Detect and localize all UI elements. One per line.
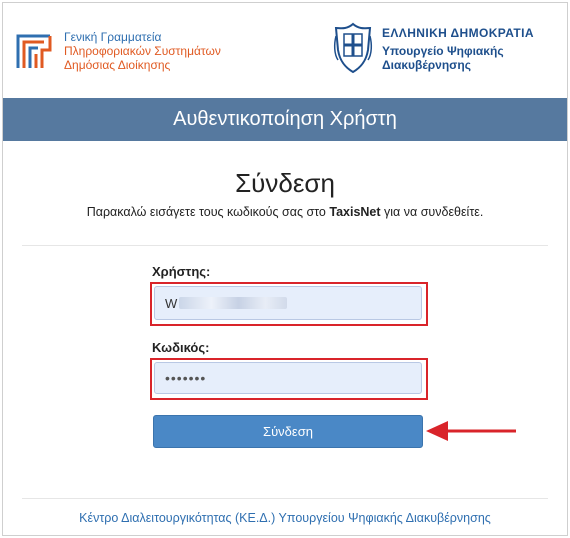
subtitle-text-after: για να συνδεθείτε. <box>380 205 484 219</box>
login-subtitle: Παρακαλώ εισάγετε τους κωδικούς σας στο … <box>0 205 570 219</box>
subtitle-taxisnet: TaxisNet <box>329 205 381 219</box>
username-label: Χρήστης: <box>152 264 211 279</box>
gsis-line-1: Γενική Γραμματεία <box>64 30 162 44</box>
page-frame <box>2 2 568 536</box>
greek-emblem-icon <box>333 22 373 74</box>
top-divider <box>22 245 548 246</box>
red-arrow-annotation <box>426 421 516 441</box>
gsis-logo-text: Γενική Γραμματεία Πληροφοριακών Συστημάτ… <box>64 30 221 72</box>
gsis-logo: Γενική Γραμματεία Πληροφοριακών Συστημάτ… <box>14 26 244 76</box>
username-blur <box>179 297 288 309</box>
gsis-line-3: Δημόσιας Διοίκησης <box>64 58 171 72</box>
login-button[interactable]: Σύνδεση <box>153 415 423 448</box>
ministry-line-2: Διακυβέρνησης <box>382 58 471 72</box>
auth-banner: Αυθεντικοποίηση Χρήστη <box>3 98 567 141</box>
ministry-name: Υπουργείο Ψηφιακής Διακυβέρνησης <box>382 44 504 72</box>
password-label: Κωδικός: <box>152 340 210 355</box>
footer-link[interactable]: Κέντρο Διαλειτουργικότητας (ΚΕ.Δ.) Υπουρ… <box>0 511 570 525</box>
gsis-logo-icon <box>16 34 52 68</box>
subtitle-text-before: Παρακαλώ εισάγετε τους κωδικούς σας στο <box>86 205 330 219</box>
username-value: W <box>165 295 178 311</box>
bottom-divider <box>22 498 548 499</box>
ministry-line-1: Υπουργείο Ψηφιακής <box>382 44 504 58</box>
username-input[interactable]: W <box>154 286 422 320</box>
ministry-logo: ΕΛΛΗΝΙΚΗ ΔΗΜΟΚΡΑΤΙΑ Υπουργείο Ψηφιακής Δ… <box>330 20 566 80</box>
republic-title: ΕΛΛΗΝΙΚΗ ΔΗΜΟΚΡΑΤΙΑ <box>382 26 534 40</box>
gsis-line-2: Πληροφοριακών Συστημάτων <box>64 44 221 58</box>
login-title: Σύνδεση <box>235 168 335 198</box>
password-input[interactable]: ••••••• <box>154 362 422 394</box>
password-value: ••••••• <box>165 370 207 386</box>
